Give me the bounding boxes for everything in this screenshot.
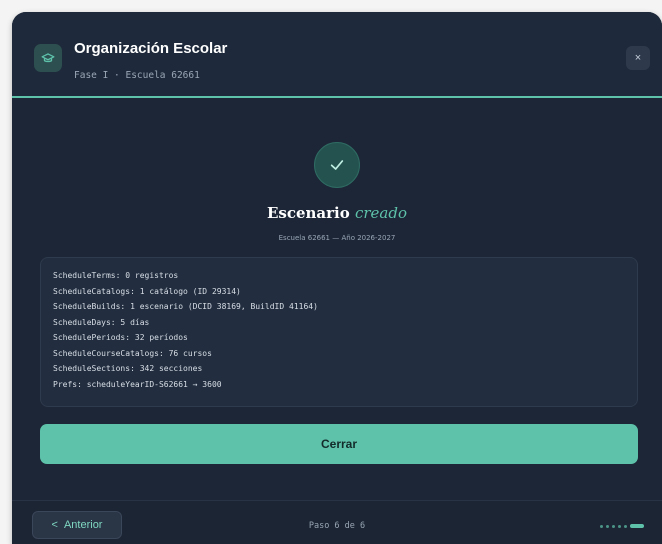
result-caption: Escuela 62661 — Año 2026-2027	[278, 234, 396, 242]
result-heading: Escenario creado	[12, 204, 662, 222]
progress-dot	[600, 524, 603, 528]
log-line: SchedulePeriods: 32 períodos	[53, 333, 188, 342]
log-line: ScheduleTerms: 0 registros	[53, 271, 179, 280]
step-indicator: Paso 6 de 6	[308, 521, 366, 531]
modal-subtitle: Fase I · Escuela 62661	[74, 70, 200, 81]
log-line: ScheduleDays: 5 días	[53, 317, 150, 327]
graduation-cap-icon	[34, 44, 62, 72]
log-line: ScheduleBuilds: 1 escenario (DCID 38169,…	[53, 302, 318, 311]
heading-main: Escenario	[266, 204, 355, 222]
close-button[interactable]: Cerrar	[40, 424, 638, 464]
log-line: ScheduleCatalogs: 1 catálogo (ID 29314)	[53, 286, 241, 296]
modal-title: Organización Escolar	[74, 40, 228, 57]
modal-header: Organización Escolar Fase I · Escuela 62…	[12, 12, 662, 98]
log-line: ScheduleCourseCatalogs: 76 cursos	[53, 348, 212, 358]
result-log: ScheduleTerms: 0 registros ScheduleCatal…	[40, 257, 638, 407]
log-line: Prefs: scheduleYearID-S62661 → 3600	[53, 379, 222, 389]
progress-dot	[624, 524, 627, 528]
close-icon-button[interactable]: ×	[626, 46, 650, 70]
progress-dot	[612, 524, 615, 528]
progress-dot-active	[630, 524, 644, 528]
progress-dots	[600, 524, 644, 528]
wizard-modal: Organización Escolar Fase I · Escuela 62…	[12, 12, 662, 544]
progress-dot	[606, 524, 609, 528]
success-checkmark-icon	[314, 142, 360, 188]
progress-dot	[618, 524, 621, 528]
modal-footer: < Anterior Paso 6 de 6	[12, 500, 662, 544]
heading-accent: creado	[354, 204, 408, 222]
log-line: ScheduleSections: 342 secciones	[53, 364, 203, 373]
